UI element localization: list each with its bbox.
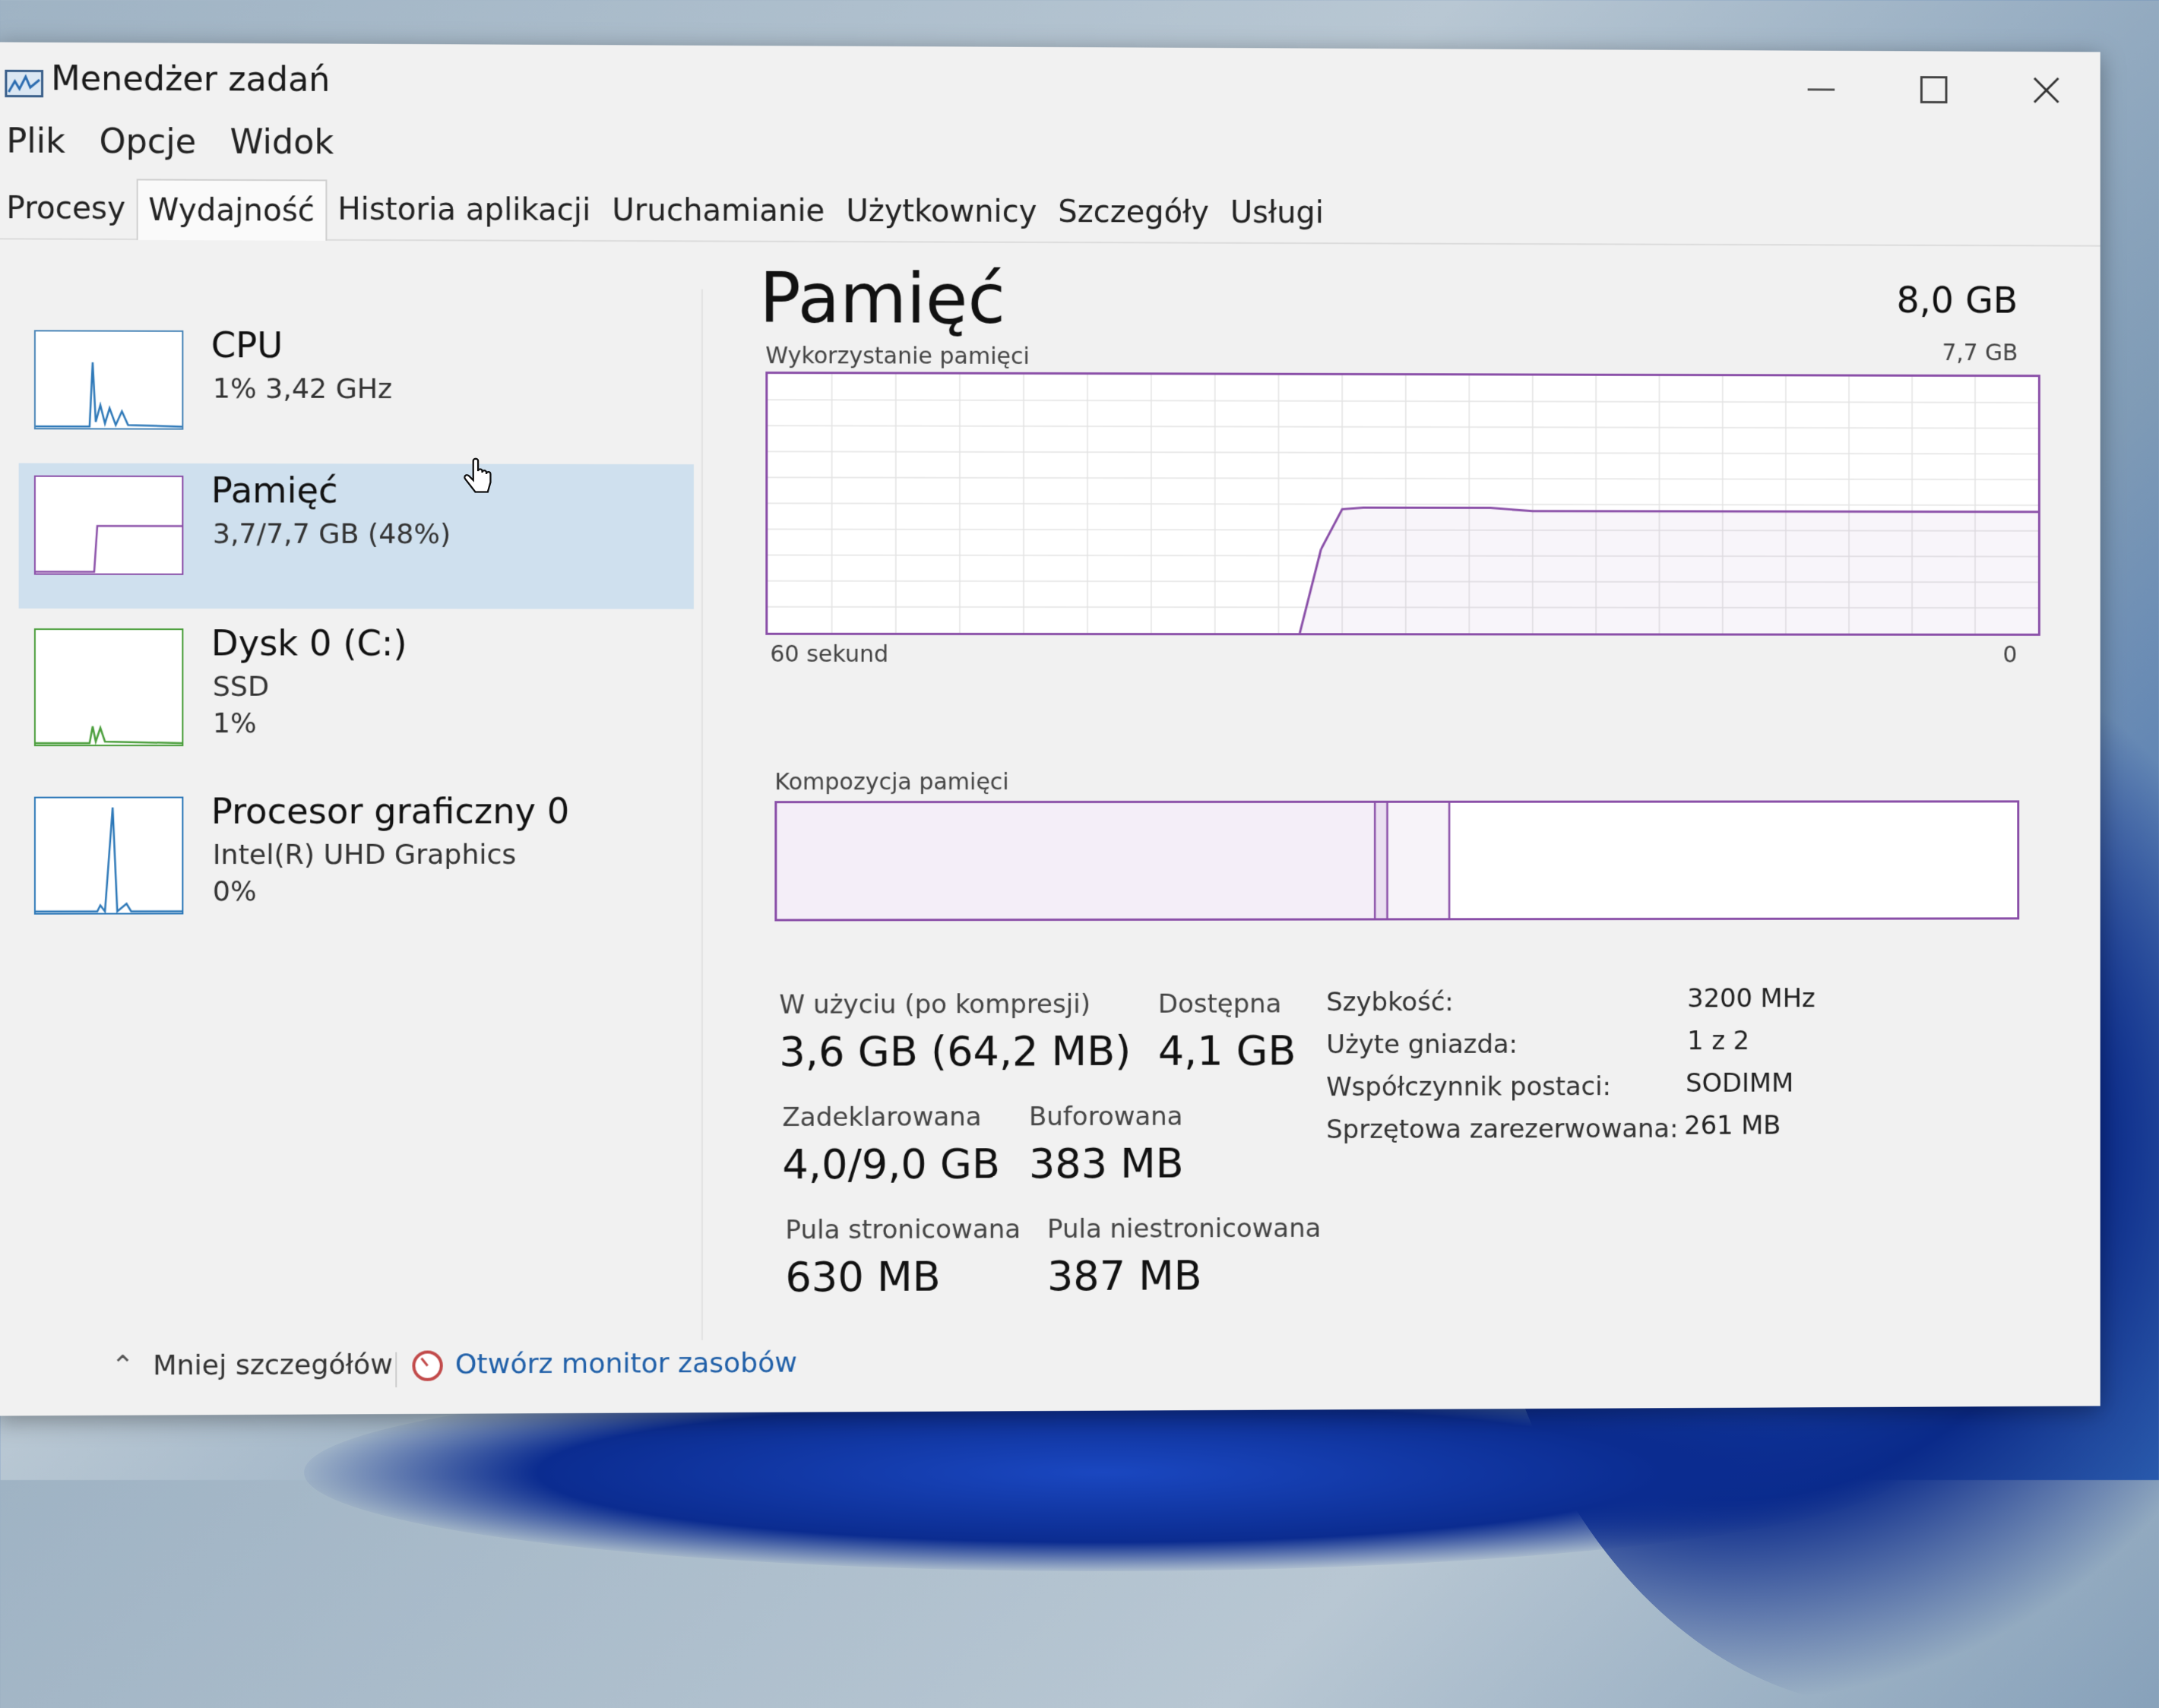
composition-modified[interactable] xyxy=(1375,803,1387,919)
device-cpu-usage: 1% 3,42 GHz xyxy=(213,373,392,405)
available-value: 4,1 GB xyxy=(1158,1026,1296,1074)
disk-thumbnail xyxy=(34,628,183,746)
tab-app-history[interactable]: Historia aplikacji xyxy=(327,179,601,240)
maximize-icon xyxy=(1920,76,1948,103)
menu-options[interactable]: Opcje xyxy=(100,122,197,169)
total-memory: 8,0 GB xyxy=(1897,279,2018,321)
tab-users[interactable]: Użytkownicy xyxy=(835,182,1047,242)
usage-area xyxy=(1300,508,2038,634)
device-disk[interactable]: Dysk 0 (C:) SSD 1% xyxy=(19,616,694,761)
grid-line-horizontal xyxy=(768,477,2038,479)
task-manager-icon xyxy=(5,70,43,97)
memory-detail-panel: Pamięć 8,0 GB Wykorzystanie pamięci 7,7 … xyxy=(732,244,2062,1310)
device-cpu[interactable]: CPU 1% 3,42 GHz xyxy=(19,318,694,464)
tab-services[interactable]: Usługi xyxy=(1220,183,1334,242)
nonpaged-pool-label: Pula niestronicowana xyxy=(1047,1213,1321,1245)
resource-monitor-label: Otwórz monitor zasobów xyxy=(455,1347,797,1380)
menu-view[interactable]: Widok xyxy=(230,122,334,169)
grid-line-horizontal xyxy=(768,400,2038,403)
device-disk-usage: 1% xyxy=(213,708,257,739)
device-disk-name: Dysk 0 (C:) xyxy=(211,622,407,663)
minimize-button[interactable] xyxy=(1776,55,1866,123)
resource-monitor-icon xyxy=(410,1349,444,1382)
device-memory-name: Pamięć xyxy=(211,470,338,511)
device-gpu[interactable]: Procesor graficzny 0 Intel(R) UHD Graphi… xyxy=(19,784,694,930)
close-icon xyxy=(2031,75,2061,106)
memory-thumbnail xyxy=(34,476,183,575)
memory-usage-graph xyxy=(765,372,2040,636)
tab-processes[interactable]: Procesy xyxy=(0,179,136,239)
cached-value: 383 MB xyxy=(1029,1140,1184,1188)
nonpaged-pool-value: 387 MB xyxy=(1047,1251,1202,1300)
title-bar[interactable]: Menedżer zadań xyxy=(0,42,2100,125)
device-gpu-name: Procesor graficzny 0 xyxy=(211,790,569,832)
maximize-button[interactable] xyxy=(1888,55,1979,124)
hand-cursor-icon xyxy=(464,457,494,503)
device-cpu-name: CPU xyxy=(211,324,283,366)
composition-in-use[interactable] xyxy=(777,803,1375,919)
grid-line-horizontal xyxy=(768,503,2038,505)
footer: ⌃ Mniej szczegółów Otwórz monitor zasobów xyxy=(0,1334,2100,1404)
speed-value: 3200 MHz xyxy=(1687,983,1815,1014)
slots-value: 1 z 2 xyxy=(1687,1026,1749,1056)
device-disk-type: SSD xyxy=(213,672,269,703)
device-list: CPU 1% 3,42 GHz Pamięć 3,7/7,7 GB (48%) … xyxy=(0,241,694,1312)
graph-axis-left: 60 sekund xyxy=(770,641,888,668)
slots-label: Użyte gniazda: xyxy=(1326,1030,1518,1060)
minimize-icon xyxy=(1808,88,1835,90)
cpu-thumbnail xyxy=(34,330,183,429)
in-use-label: W użyciu (po kompresji) xyxy=(779,989,1090,1020)
tab-bar: Procesy Wydajność Historia aplikacji Uru… xyxy=(0,179,2100,247)
close-button[interactable] xyxy=(2002,56,2091,125)
chevron-up-icon: ⌃ xyxy=(111,1350,135,1381)
fewer-details-link[interactable]: ⌃ Mniej szczegółów xyxy=(111,1349,393,1382)
device-gpu-usage: 0% xyxy=(213,876,257,907)
available-label: Dostępna xyxy=(1158,988,1282,1019)
paged-pool-value: 630 MB xyxy=(785,1253,940,1302)
usage-graph-label: Wykorzystanie pamięci xyxy=(765,343,1029,370)
grid-line-horizontal xyxy=(768,425,2038,428)
composition-standby[interactable] xyxy=(1388,803,1450,919)
window-title: Menedżer zadań xyxy=(51,59,330,100)
menu-file[interactable]: Plik xyxy=(6,122,65,168)
resource-monitor-link[interactable]: Otwórz monitor zasobów xyxy=(410,1347,796,1382)
tab-performance[interactable]: Wydajność xyxy=(136,179,327,240)
device-memory[interactable]: Pamięć 3,7/7,7 GB (48%) xyxy=(19,463,694,609)
speed-label: Szybkość: xyxy=(1326,987,1453,1017)
device-memory-usage: 3,7/7,7 GB (48%) xyxy=(213,518,451,550)
tab-startup[interactable]: Uruchamianie xyxy=(601,181,835,241)
gpu-thumbnail xyxy=(34,797,183,915)
usage-graph-max: 7,7 GB xyxy=(1942,340,2018,366)
committed-label: Zadeklarowana xyxy=(782,1102,981,1133)
usage-graph-svg xyxy=(768,374,2038,634)
fewer-details-label: Mniej szczegółów xyxy=(153,1349,393,1382)
page-title: Pamięć xyxy=(759,259,1005,340)
memory-composition-bar xyxy=(774,800,2019,921)
paged-pool-label: Pula stronicowana xyxy=(785,1214,1021,1245)
footer-divider xyxy=(395,1352,397,1387)
cached-label: Buforowana xyxy=(1029,1102,1183,1133)
device-gpu-model: Intel(R) UHD Graphics xyxy=(213,840,517,871)
form-factor-value: SODIMM xyxy=(1686,1068,1793,1099)
committed-value: 4,0/9,0 GB xyxy=(782,1140,1000,1188)
form-factor-label: Współczynnik postaci: xyxy=(1326,1071,1611,1102)
composition-label: Kompozycja pamięci xyxy=(774,769,1008,795)
task-manager-window: Menedżer zadań Plik Opcje Widok Procesy … xyxy=(0,42,2100,1415)
grid-line-horizontal xyxy=(768,451,2038,454)
tab-details[interactable]: Szczegóły xyxy=(1047,182,1220,242)
menu-bar: Plik Opcje Widok xyxy=(6,122,334,169)
graph-axis-right: 0 xyxy=(2003,642,2018,669)
composition-svg xyxy=(777,802,2017,919)
hardware-reserved-value: 261 MB xyxy=(1684,1110,1781,1140)
in-use-value: 3,6 GB (64,2 MB) xyxy=(779,1027,1131,1076)
panel-divider[interactable] xyxy=(701,289,703,1340)
hardware-reserved-label: Sprzętowa zarezerwowana: xyxy=(1326,1114,1678,1145)
